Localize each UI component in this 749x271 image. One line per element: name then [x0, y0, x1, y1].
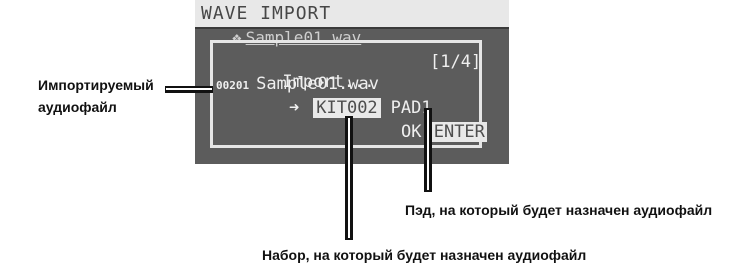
destination-row: ➜ KIT002 PAD1 — [289, 98, 432, 118]
screen-title: WAVE IMPORT — [195, 0, 509, 27]
kit-callout-label: Набор, на который будет назначен аудиофа… — [262, 247, 587, 263]
enter-button[interactable]: ENTER — [431, 122, 487, 142]
kit-selector[interactable]: KIT002 — [313, 98, 381, 118]
file-callout-label: Импортируемый аудиофайл — [38, 74, 154, 118]
file-callout-line1: Импортируемый — [38, 77, 154, 93]
file-name: Sample01.wav — [256, 74, 379, 94]
pad-callout-label: Пэд, на который будет назначен аудиофайл — [405, 202, 713, 218]
kit-callout-line-inner — [348, 118, 350, 238]
confirm-row: OK: ENTER — [401, 122, 487, 142]
file-callout-line2: аудиофайл — [38, 99, 117, 115]
page-indicator: [1/4] — [430, 52, 482, 72]
pad-callout-line-inner — [427, 110, 429, 190]
file-number: 00201 — [216, 79, 250, 92]
arrow-right-icon: ➜ — [289, 98, 300, 118]
file-row: 00201 Sample01.wav — [216, 74, 379, 96]
file-callout-line-inner — [166, 88, 212, 90]
